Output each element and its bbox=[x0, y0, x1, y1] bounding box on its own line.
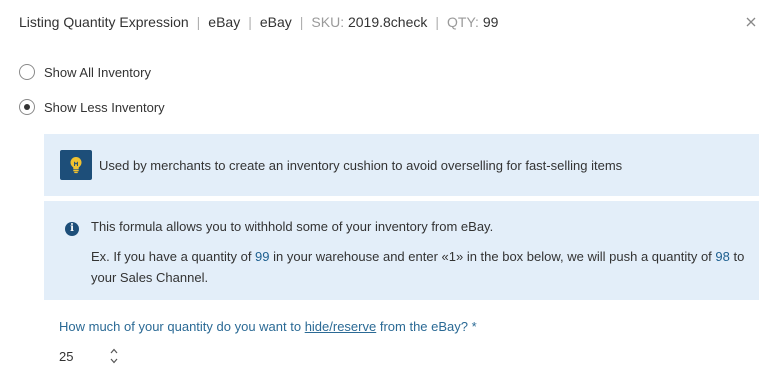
radio-button[interactable] bbox=[19, 99, 35, 115]
qty-label: QTY: bbox=[447, 14, 479, 30]
hide-reserve-link[interactable]: hide/reserve bbox=[305, 319, 377, 334]
quantity-stepper[interactable] bbox=[110, 348, 118, 364]
question-text: from the eBay? * bbox=[376, 319, 477, 334]
info-example-text: in your warehouse and enter «1» in the b… bbox=[269, 249, 716, 264]
header-separator: | bbox=[299, 14, 304, 30]
qty-value: 99 bbox=[482, 14, 499, 30]
close-icon bbox=[746, 17, 756, 27]
chevron-down-icon[interactable] bbox=[110, 358, 118, 364]
header-separator: | bbox=[435, 14, 440, 30]
radio-label: Show Less Inventory bbox=[44, 99, 165, 115]
tip-panel: Used by merchants to create an inventory… bbox=[44, 134, 759, 196]
radio-show-all-inventory[interactable]: Show All Inventory bbox=[19, 62, 151, 82]
radio-label: Show All Inventory bbox=[44, 64, 151, 80]
info-icon: i bbox=[65, 222, 79, 236]
modal-header: Listing Quantity Expression | eBay | eBa… bbox=[19, 12, 498, 32]
example-result: 98 bbox=[715, 249, 730, 264]
channel-name: eBay bbox=[208, 14, 241, 30]
sku-value: 2019.8check bbox=[347, 14, 428, 30]
reserve-quantity-input[interactable] bbox=[59, 345, 99, 367]
header-separator: | bbox=[196, 14, 201, 30]
radio-button[interactable] bbox=[19, 64, 35, 80]
header-separator: | bbox=[248, 14, 252, 30]
quantity-question: How much of your quantity do you want to… bbox=[59, 319, 477, 334]
chevron-up-icon[interactable] bbox=[110, 348, 118, 354]
radio-show-less-inventory[interactable]: Show Less Inventory bbox=[19, 97, 165, 117]
tip-text: Used by merchants to create an inventory… bbox=[99, 157, 623, 173]
modal-title: Listing Quantity Expression bbox=[19, 14, 189, 30]
info-example-text: Ex. If you have a quantity of bbox=[91, 249, 256, 264]
sku-label: SKU: bbox=[311, 14, 345, 30]
quantity-row bbox=[59, 345, 118, 367]
info-example: Ex. If you have a quantity of 99 in your… bbox=[91, 246, 746, 288]
account-name: eBay bbox=[259, 14, 292, 30]
question-text: How much of your quantity do you want to bbox=[59, 319, 305, 334]
example-quantity: 99 bbox=[255, 249, 270, 264]
lightbulb-icon bbox=[60, 150, 92, 180]
info-panel: i This formula allows you to withhold so… bbox=[44, 201, 759, 300]
close-button[interactable] bbox=[743, 14, 759, 30]
info-description: This formula allows you to withhold some… bbox=[91, 219, 494, 234]
